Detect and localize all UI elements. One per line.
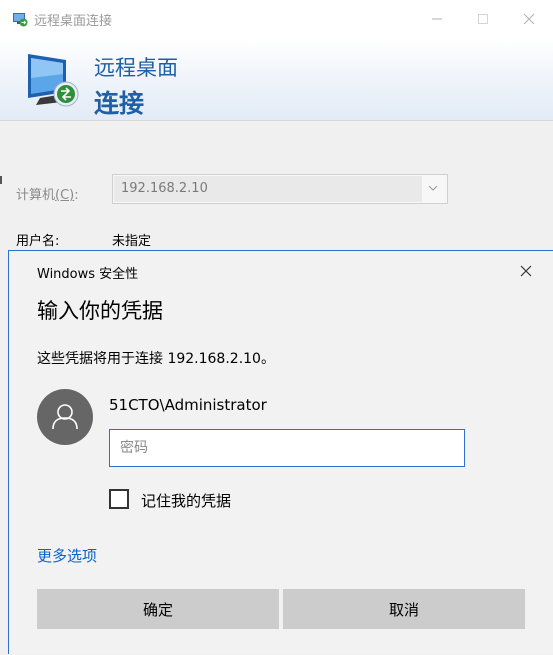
- dialog-close-button[interactable]: [509, 256, 543, 286]
- remote-desktop-icon: [13, 13, 28, 27]
- banner: 远程桌面 连接: [0, 38, 553, 120]
- computer-label-colon: :: [74, 188, 79, 203]
- user-icon: [52, 404, 78, 430]
- title-bar: 远程桌面连接: [0, 0, 553, 38]
- maximize-button[interactable]: [460, 0, 506, 38]
- computer-combobox[interactable]: 192.168.2.10: [112, 174, 448, 204]
- username-value: 未指定: [112, 234, 152, 249]
- ok-button[interactable]: 确定: [37, 589, 279, 629]
- computer-label-text: 计算机: [16, 188, 56, 203]
- remember-credentials-label[interactable]: 记住我的凭据: [141, 490, 231, 511]
- windows-security-dialog: Windows 安全性 输入你的凭据 这些凭据将用于连接 192.168.2.1…: [8, 250, 553, 654]
- password-input[interactable]: [109, 429, 465, 467]
- close-icon: [520, 265, 532, 277]
- dialog-title: Windows 安全性: [37, 267, 139, 282]
- computer-value: 192.168.2.10: [121, 181, 208, 196]
- dialog-heading: 输入你的凭据: [37, 299, 163, 323]
- maximize-icon: [478, 14, 488, 24]
- banner-title-line1: 远程桌面: [94, 56, 178, 80]
- close-icon: [523, 13, 535, 25]
- avatar: [37, 389, 93, 445]
- cancel-button[interactable]: 取消: [283, 589, 525, 629]
- dialog-message: 这些凭据将用于连接 192.168.2.10。: [37, 351, 275, 367]
- username-label: 用户名:: [16, 234, 60, 249]
- remember-credentials-checkbox[interactable]: [109, 489, 129, 509]
- more-options-link[interactable]: 更多选项: [37, 545, 97, 566]
- banner-title-line2: 连接: [94, 89, 145, 118]
- divider: [0, 176, 2, 184]
- account-name: 51CTO\Administrator: [109, 396, 267, 414]
- window-close-button[interactable]: [506, 0, 552, 38]
- computer-label-accel: (C): [55, 188, 75, 203]
- computer-label: 计算机(C):: [16, 184, 79, 203]
- window-title: 远程桌面连接: [34, 14, 113, 29]
- minimize-icon: [432, 18, 442, 20]
- minimize-button[interactable]: [414, 0, 460, 38]
- remote-desktop-monitor-icon: [28, 54, 79, 107]
- chevron-down-icon[interactable]: [427, 182, 439, 194]
